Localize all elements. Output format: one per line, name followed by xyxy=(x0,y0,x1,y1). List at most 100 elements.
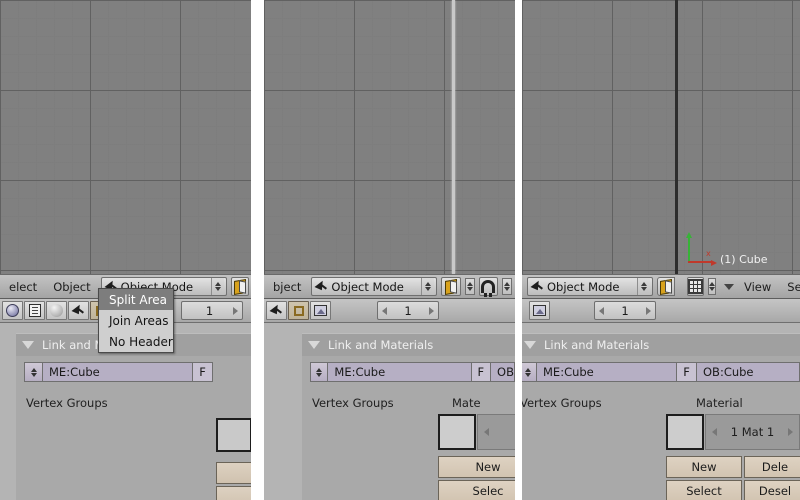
object-button-2[interactable] xyxy=(288,301,309,320)
material-selector-3[interactable]: 1 Mat 1 xyxy=(705,414,800,450)
fake-user-button-1[interactable]: F xyxy=(193,362,213,382)
mode-dropdown-3[interactable]: Object Mode xyxy=(527,277,653,296)
mesh-name-field-1[interactable]: ME:Cube xyxy=(43,362,193,382)
object-type-button-2[interactable] xyxy=(441,277,461,296)
new-material-button-2[interactable]: New xyxy=(438,456,515,478)
image-icon xyxy=(314,305,327,316)
new-material-button-1[interactable] xyxy=(216,462,251,484)
mode-spinner-2[interactable] xyxy=(421,278,435,295)
collapse-triangle-icon[interactable] xyxy=(22,341,34,349)
frame-next-arrow-2[interactable] xyxy=(429,306,434,315)
frame-field-1[interactable]: 1 xyxy=(181,301,243,320)
frame-next-arrow-1[interactable] xyxy=(233,306,238,315)
material-next-arrow-3[interactable] xyxy=(788,428,793,436)
mode-dropdown-2[interactable]: Object Mode xyxy=(311,277,438,296)
mesh-icon xyxy=(270,304,283,317)
document-icon xyxy=(28,304,41,317)
panel-title-bar-3[interactable]: Link and Materials xyxy=(522,334,800,356)
panel-title-bar-2[interactable]: Link and Materials xyxy=(302,334,515,356)
material-preview-swatch-2[interactable] xyxy=(438,414,476,450)
mode-label-2: Object Mode xyxy=(331,279,404,294)
mesh-link-row-2: ME:Cube F OB xyxy=(310,362,515,382)
draw-type-button-3[interactable] xyxy=(687,277,704,296)
buttons-header-3: 1 xyxy=(522,299,800,323)
menu-select-1[interactable]: elect xyxy=(3,280,43,294)
object-name-field-3[interactable]: OB:Cube xyxy=(697,362,800,382)
mode-spinner-3[interactable] xyxy=(637,278,650,295)
x-axis-label: x xyxy=(706,249,711,258)
frame-field-2[interactable]: 1 xyxy=(377,301,439,320)
mesh-name-value-2: ME:Cube xyxy=(334,365,386,379)
editing-button-2[interactable] xyxy=(266,301,287,320)
snap-spinner-2[interactable] xyxy=(502,278,512,295)
mesh-link-row-1: ME:Cube F xyxy=(24,362,251,382)
viewport-1[interactable] xyxy=(0,0,251,274)
object-cube-icon xyxy=(232,278,248,295)
collapse-triangle-icon[interactable] xyxy=(524,341,536,349)
viewport-header-2: bject Object Mode xyxy=(264,274,515,299)
scene-button-1[interactable] xyxy=(24,301,45,320)
frame-value-2: 1 xyxy=(404,303,412,318)
mesh-link-row-3: ME:Cube F OB:Cube xyxy=(522,362,800,382)
mesh-name-value-3: ME:Cube xyxy=(543,365,594,379)
deselect-material-button-3[interactable]: Desel xyxy=(744,480,800,500)
menu-object-1[interactable]: Object xyxy=(47,280,96,294)
shading-button-1[interactable] xyxy=(46,301,67,320)
menu-item-join-areas[interactable]: Join Areas xyxy=(99,310,173,331)
collapse-triangle-icon[interactable] xyxy=(308,341,320,349)
material-label-2: Mate xyxy=(452,396,481,410)
mode-spinner-1[interactable] xyxy=(210,278,224,295)
delete-material-button-3[interactable]: Dele xyxy=(744,456,800,478)
panel-title-2: Link and Materials xyxy=(328,338,434,352)
mesh-browse-spinner-3[interactable] xyxy=(522,362,537,382)
buttons-body-3: Link and Materials ME:Cube F OB:Cube Ver… xyxy=(522,323,800,500)
object-cube-icon xyxy=(658,278,674,295)
mesh-name-field-2[interactable]: ME:Cube xyxy=(328,362,472,382)
viewport-2[interactable] xyxy=(264,0,515,274)
select-material-button-3[interactable]: Select xyxy=(666,480,742,500)
select-material-button-2[interactable]: Selec xyxy=(438,480,515,500)
mesh-browse-spinner-1[interactable] xyxy=(24,362,43,382)
world-button-1[interactable] xyxy=(2,301,23,320)
new-material-button-3[interactable]: New xyxy=(666,456,742,478)
panel-title-3: Link and Materials xyxy=(544,338,650,352)
menu-item-split-area[interactable]: Split Area xyxy=(99,289,173,310)
draw-type-spinner-3[interactable] xyxy=(708,278,716,295)
object-type-button-1[interactable] xyxy=(230,277,249,296)
menu-collapse-icon-3[interactable] xyxy=(724,283,734,290)
object-name-field-2[interactable]: OB xyxy=(491,362,515,382)
fake-user-button-3[interactable]: F xyxy=(677,362,697,382)
y-axis-arrow-icon xyxy=(686,232,692,238)
object-type-spinner-2[interactable] xyxy=(464,278,475,295)
area-divider-3[interactable] xyxy=(675,0,678,274)
image-button-3[interactable] xyxy=(529,301,550,320)
select-material-button-1[interactable] xyxy=(216,486,251,500)
frame-next-arrow-3[interactable] xyxy=(646,306,651,315)
image-button-2[interactable] xyxy=(310,301,331,320)
header-context-menu[interactable]: Split Area Join Areas No Header xyxy=(98,288,174,353)
fake-user-button-2[interactable]: F xyxy=(471,362,492,382)
frame-value-1: 1 xyxy=(205,303,214,318)
material-preview-swatch-3[interactable] xyxy=(666,414,704,450)
split-preview-line[interactable] xyxy=(452,0,455,274)
buttons-header-2: 1 xyxy=(264,299,515,323)
mesh-browse-spinner-2[interactable] xyxy=(310,362,329,382)
blender-window-2: bject Object Mode 1 Link and Materials M… xyxy=(264,0,515,500)
frame-field-3[interactable]: 1 xyxy=(594,301,656,320)
menu-select-3[interactable]: Se xyxy=(781,280,800,294)
buttons-body-2: Link and Materials ME:Cube F OB Vertex G… xyxy=(264,323,515,500)
link-and-materials-panel-2: Link and Materials ME:Cube F OB Vertex G… xyxy=(302,333,515,500)
material-prev-arrow-2[interactable] xyxy=(484,428,489,436)
menu-item-no-header[interactable]: No Header xyxy=(99,331,173,352)
snap-button-2[interactable] xyxy=(478,277,499,297)
menu-view-3[interactable]: View xyxy=(738,280,777,294)
material-selector-2[interactable] xyxy=(477,414,515,450)
object-cube-icon xyxy=(443,278,459,295)
viewport-3[interactable]: x (1) Cube xyxy=(522,0,800,274)
blender-window-1: elect Object Object Mode 1 Link and Mate… xyxy=(0,0,251,500)
editing-button-1[interactable] xyxy=(68,301,89,320)
material-swatch-1[interactable] xyxy=(216,418,251,452)
menu-object-2[interactable]: bject xyxy=(267,280,307,294)
mesh-name-field-3[interactable]: ME:Cube xyxy=(537,362,677,382)
object-type-button-3[interactable] xyxy=(657,277,675,296)
